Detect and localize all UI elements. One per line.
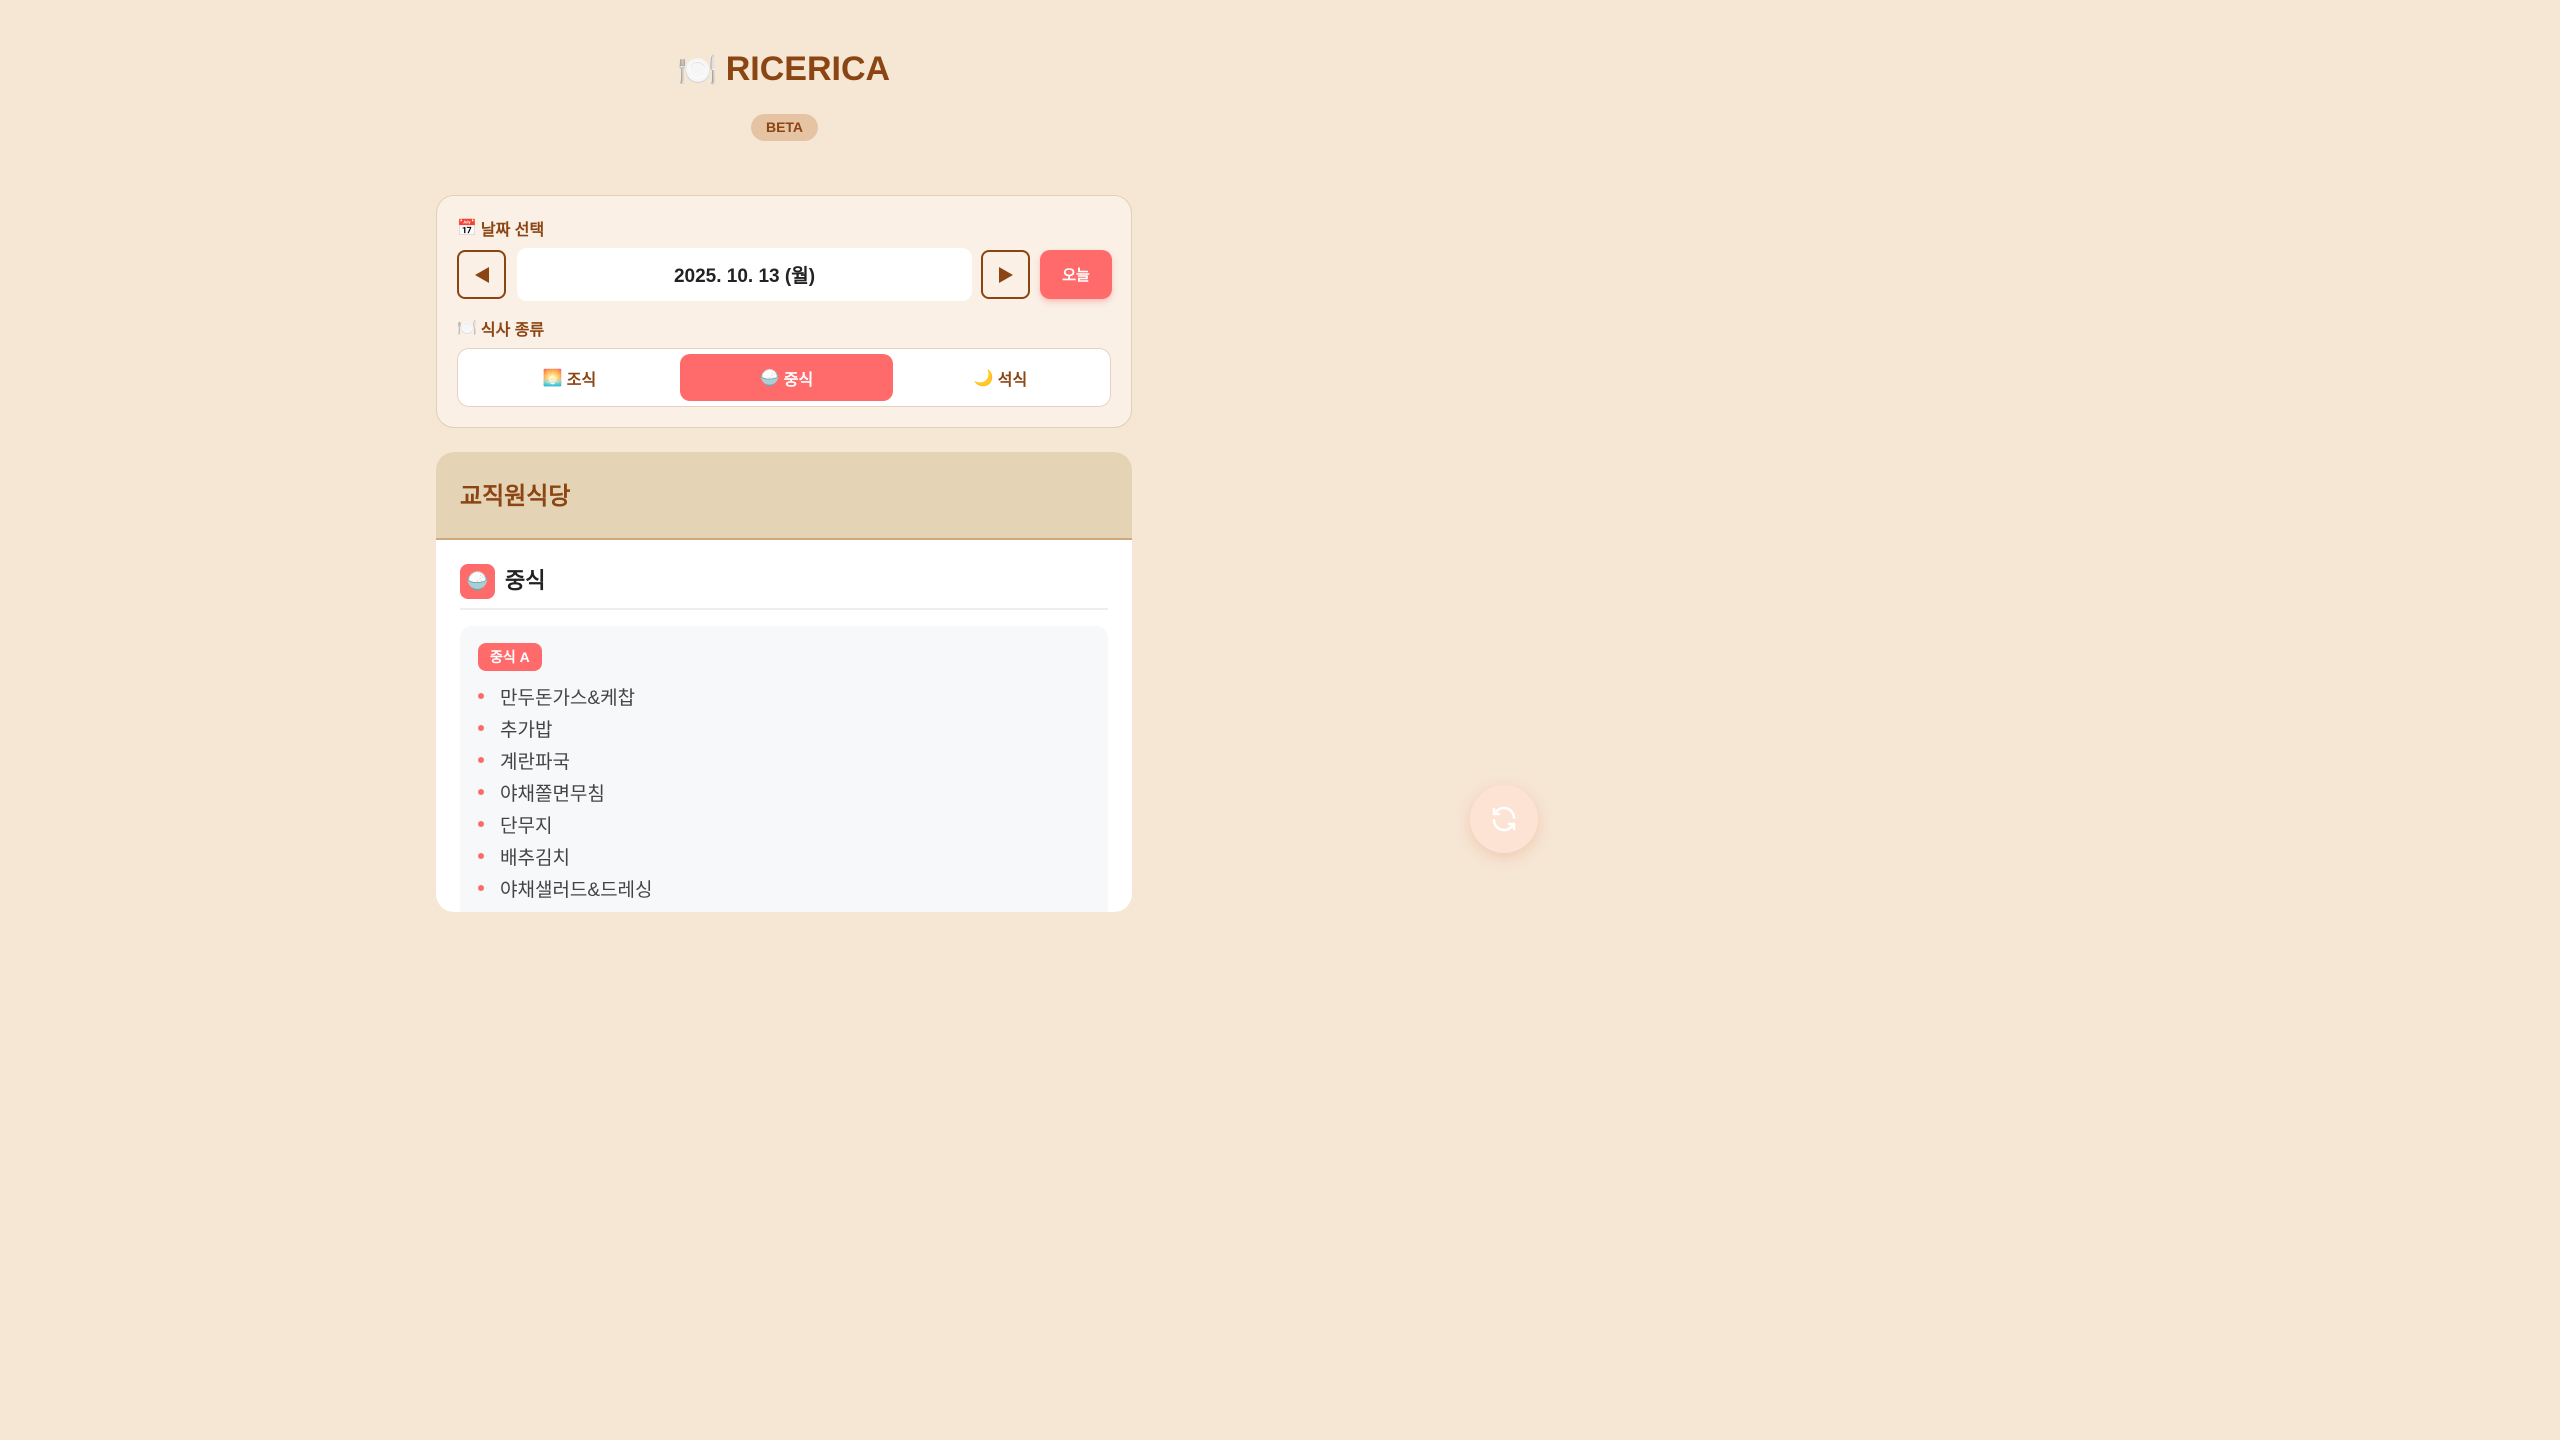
bullet-icon: [478, 853, 484, 859]
menu-item-text: 단무지: [500, 815, 553, 837]
today-button[interactable]: 오늘: [1040, 250, 1112, 299]
bullet-icon: [478, 725, 484, 731]
list-item: 배추김치: [478, 840, 653, 872]
tab-label: 석식: [997, 371, 1028, 389]
menu-item-text: 야채샐러드&드레싱: [500, 879, 653, 901]
menu-item-text: 추가밥: [500, 719, 553, 741]
refresh-button[interactable]: [1470, 785, 1538, 853]
app-title: 🍽️ RICERICA: [0, 50, 1568, 89]
bullet-icon: [478, 885, 484, 891]
list-item: 만두돈가스&케찹: [478, 680, 653, 712]
bullet-icon: [478, 693, 484, 699]
menu-item-text: 야채쫄면무침: [500, 783, 605, 805]
list-item: 야채샐러드&드레싱: [478, 872, 653, 904]
cafeteria-menu-card: 교직원식당 🍚 중식 중식 A 만두돈가스&케찹 추가밥 계란파국 야채쫄면무침…: [436, 452, 1132, 912]
beta-badge: BETA: [751, 114, 818, 141]
date-section-label-text: 날짜 선택: [480, 222, 545, 239]
cafeteria-header: 교직원식당: [436, 452, 1132, 540]
menu-item-text: 계란파국: [500, 751, 570, 773]
menu-list: 만두돈가스&케찹 추가밥 계란파국 야채쫄면무침 단무지 배추김치 야채샐러드&…: [478, 680, 653, 904]
meal-heading-text: 중식: [505, 568, 546, 593]
plate-icon: 🍽️: [457, 320, 477, 337]
date-display[interactable]: 2025. 10. 13 (월): [517, 248, 972, 301]
bullet-icon: [478, 789, 484, 795]
tab-label: 조식: [566, 371, 597, 389]
course-badge: 중식 A: [478, 643, 542, 671]
control-card: 📅 날짜 선택 2025. 10. 13 (월) 오늘 🍽️ 식사 종류 🌅 조…: [436, 195, 1132, 428]
meal-type-tabs: 🌅 조식 🍚 중식 🌙 석식: [457, 348, 1111, 407]
bullet-icon: [478, 821, 484, 827]
list-item: 야채쫄면무침: [478, 776, 653, 808]
tab-lunch[interactable]: 🍚 중식: [680, 354, 893, 401]
date-section-label: 📅 날짜 선택: [457, 216, 544, 240]
meal-section-label: 🍽️ 식사 종류: [457, 316, 544, 340]
list-item: 추가밥: [478, 712, 653, 744]
tab-label: 중식: [783, 371, 814, 389]
plate-icon: 🍽️: [677, 51, 718, 88]
refresh-icon: [1492, 806, 1516, 832]
list-item: 단무지: [478, 808, 653, 840]
rice-bowl-icon: 🍚: [460, 564, 495, 599]
cafeteria-name: 교직원식당: [460, 483, 571, 510]
app-title-text: RICERICA: [725, 50, 891, 88]
menu-item-text: 배추김치: [500, 847, 570, 869]
meal-heading: 🍚 중식: [460, 564, 1108, 610]
tab-breakfast[interactable]: 🌅 조식: [463, 354, 676, 401]
bullet-icon: [478, 757, 484, 763]
list-item: 계란파국: [478, 744, 653, 776]
rice-bowl-icon: 🍚: [759, 369, 780, 387]
menu-item-text: 만두돈가스&케찹: [500, 687, 636, 709]
menu-box: 중식 A 만두돈가스&케찹 추가밥 계란파국 야채쫄면무침 단무지 배추김치 야…: [460, 626, 1108, 912]
triangle-right-icon: [998, 266, 1013, 283]
next-date-button[interactable]: [981, 250, 1030, 299]
moon-icon: 🌙: [973, 369, 994, 387]
sunrise-icon: 🌅: [542, 369, 563, 387]
tab-dinner[interactable]: 🌙 석식: [894, 354, 1107, 401]
calendar-icon: 📅: [457, 220, 477, 237]
prev-date-button[interactable]: [457, 250, 506, 299]
meal-section-label-text: 식사 종류: [480, 322, 545, 339]
triangle-left-icon: [474, 266, 489, 283]
